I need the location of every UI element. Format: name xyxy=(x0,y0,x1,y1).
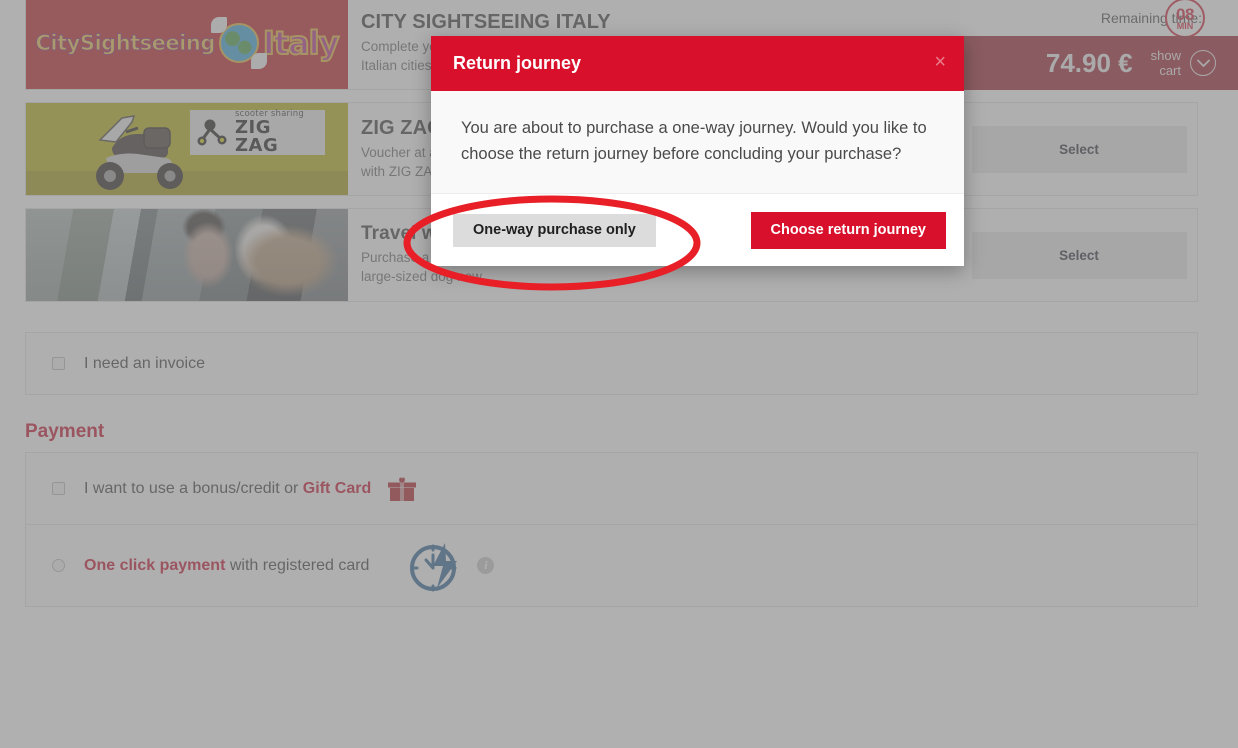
cart-total: 74.90 € xyxy=(1045,47,1133,78)
zigzag-logo-icon xyxy=(197,119,227,145)
choose-return-journey-button[interactable]: Choose return journey xyxy=(750,211,946,249)
giftcard-label-text: I want to use a bonus/credit or xyxy=(84,479,303,497)
show-cart-button[interactable]: show cart xyxy=(1151,48,1216,78)
show-cart-line2: cart xyxy=(1159,63,1181,78)
show-cart-label: show cart xyxy=(1151,48,1181,78)
modal-title: Return journey xyxy=(453,53,582,73)
addon-action: Select xyxy=(961,103,1197,195)
zig-zag-scooter-logo-icon: scooter sharing ZIG ZAG xyxy=(26,103,348,195)
woman-with-dog-photo-icon xyxy=(26,209,348,301)
one-way-purchase-only-button[interactable]: One-way purchase only xyxy=(453,213,656,247)
invoice-label: I need an invoice xyxy=(84,354,205,372)
gift-icon xyxy=(388,476,417,501)
payment-section-title: Payment xyxy=(25,421,105,442)
screen: Allow yourself more comfort while travel… xyxy=(0,0,1238,748)
select-button[interactable]: Select xyxy=(971,231,1187,279)
city-logo-word1: CitySightseeing xyxy=(35,31,216,56)
cart-bar[interactable]: 74.90 € show cart xyxy=(960,36,1238,90)
select-button[interactable]: Select xyxy=(971,125,1187,173)
timer-badge: 08 MIN xyxy=(1165,0,1205,38)
city-sightseeing-italy-logo-icon: CitySightseeing Italy xyxy=(26,0,348,89)
invoice-panel[interactable]: I need an invoice xyxy=(25,332,1198,395)
zigzag-badge-title: ZIG ZAG xyxy=(235,116,279,156)
addon-thumbnail xyxy=(26,209,348,301)
return-journey-modal: Return journey × You are about to purcha… xyxy=(431,36,964,266)
addon-action: Select xyxy=(961,209,1197,301)
oneclick-label-rest: with registered card xyxy=(225,556,370,574)
quick-payment-clock-icon xyxy=(410,542,458,591)
addon-desc-line2: large-sized dog now. xyxy=(361,269,485,284)
modal-message: You are about to purchase a one-way jour… xyxy=(461,119,927,163)
modal-body: You are about to purchase a one-way jour… xyxy=(431,91,964,194)
giftcard-label: I want to use a bonus/credit or Gift Car… xyxy=(84,480,371,498)
addon-thumbnail: scooter sharing ZIG ZAG xyxy=(26,103,348,195)
giftcard-panel[interactable]: I want to use a bonus/credit or Gift Car… xyxy=(25,452,1198,525)
gift-card-link[interactable]: Gift Card xyxy=(303,480,371,497)
oneclick-label: One click payment with registered card xyxy=(84,557,369,575)
timer-unit: MIN xyxy=(1176,20,1194,31)
globe-icon xyxy=(210,17,267,69)
chevron-down-icon[interactable] xyxy=(1190,50,1216,76)
timer-minutes: 08 xyxy=(1176,4,1194,24)
close-icon[interactable]: × xyxy=(934,52,946,72)
invoice-checkbox[interactable] xyxy=(52,357,65,370)
timer-bar: Remaining time: 08 MIN xyxy=(960,0,1238,38)
scooter-icon xyxy=(96,115,183,190)
oneclick-panel[interactable]: One click payment with registered card i xyxy=(25,525,1198,607)
oneclick-label-strong: One click payment xyxy=(84,556,226,574)
zig-zag-badge: scooter sharing ZIG ZAG xyxy=(190,110,325,155)
giftcard-checkbox[interactable] xyxy=(52,482,65,495)
city-logo-word2: Italy xyxy=(262,23,341,63)
info-icon[interactable]: i xyxy=(477,557,495,574)
modal-header: Return journey × xyxy=(431,36,964,91)
addon-title: CITY SIGHTSEEING ITALY xyxy=(361,11,611,33)
modal-footer: One-way purchase only Choose return jour… xyxy=(431,194,964,266)
oneclick-radio[interactable] xyxy=(52,559,65,572)
show-cart-line1: show xyxy=(1150,48,1181,63)
addon-thumbnail: CitySightseeing Italy xyxy=(26,0,348,89)
